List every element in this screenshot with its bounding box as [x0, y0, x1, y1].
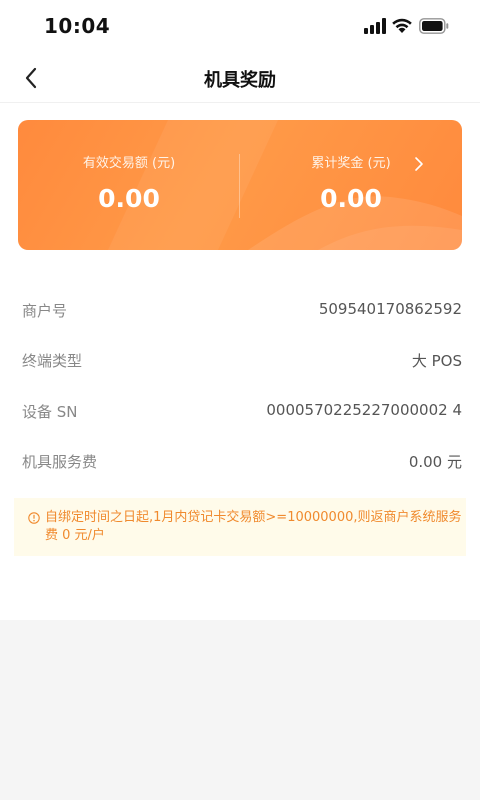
- info-label: 设备 SN: [22, 403, 78, 421]
- info-value: 509540170862592: [318, 300, 462, 318]
- accumulated-bonus-label: 累计奖金 (元): [311, 156, 391, 171]
- notice-text: 自绑定时间之日起,1月内贷记卡交易额>=10000000,则返商户系统服务费 0…: [45, 510, 462, 543]
- info-row-merchant-id: 商户号 509540170862592: [22, 296, 462, 326]
- valid-transaction-value: 0.00: [98, 184, 160, 213]
- status-time: 10:04: [44, 14, 111, 38]
- info-row-terminal-type: 终端类型 大 POS: [22, 346, 462, 376]
- info-row-service-fee: 机具服务费 0.00 元: [22, 447, 462, 477]
- chevron-right-icon[interactable]: [413, 156, 425, 172]
- valid-transaction-amount: 有效交易额 (元) 0.00: [18, 120, 240, 250]
- notice-banner: 自绑定时间之日起,1月内贷记卡交易额>=10000000,则返商户系统服务费 0…: [14, 498, 466, 556]
- info-value: 大 POS: [411, 352, 462, 370]
- valid-transaction-label: 有效交易额 (元): [82, 156, 176, 171]
- accumulated-bonus-value: 0.00: [320, 184, 382, 213]
- status-bar: 10:04: [0, 0, 480, 54]
- info-label: 终端类型: [22, 352, 83, 370]
- nav-divider: [0, 102, 480, 103]
- wifi-icon: [392, 18, 412, 33]
- reward-summary-card: 有效交易额 (元) 0.00 累计奖金 (元) 0.00: [18, 120, 462, 250]
- warning-circle-icon: [28, 512, 40, 524]
- info-value: 0.00 元: [408, 453, 462, 471]
- info-row-device-sn: 设备 SN 0000570225227000002 4: [22, 397, 462, 427]
- page-title: 机具奖励: [204, 70, 276, 91]
- cellular-signal-icon: [364, 18, 386, 34]
- info-label: 机具服务费: [22, 453, 98, 471]
- info-value: 0000570225227000002 4: [266, 401, 462, 419]
- battery-icon: [419, 18, 449, 34]
- accumulated-bonus[interactable]: 累计奖金 (元) 0.00: [240, 120, 462, 250]
- info-label: 商户号: [22, 302, 68, 320]
- nav-bar: 机具奖励: [0, 54, 480, 102]
